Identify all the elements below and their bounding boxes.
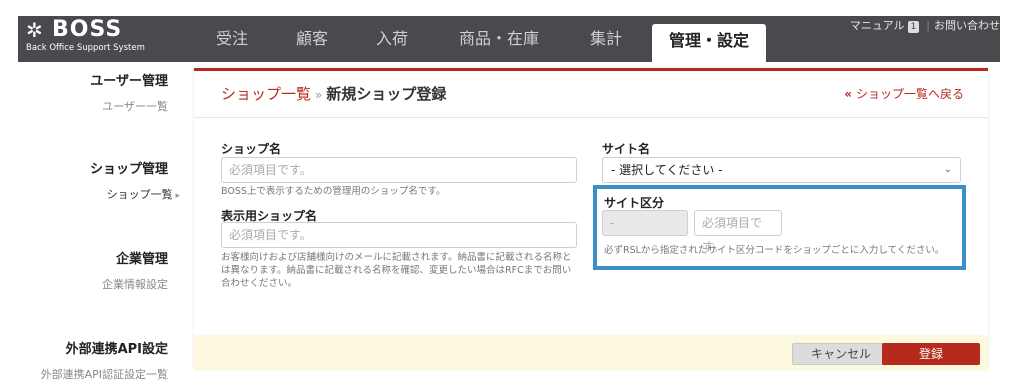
site-category-input[interactable]: 必須項目です。 [694, 210, 782, 254]
chevron-down-icon: ⌄ [943, 164, 952, 175]
site-name-select[interactable]: - 選択してください - ⌄ [602, 157, 961, 183]
cancel-button[interactable]: キャンセル [792, 343, 890, 365]
register-button[interactable]: 登録 [882, 343, 980, 365]
site-category-label: サイト区分 [604, 196, 665, 210]
site-name-selected-value: - 選択してください - [611, 163, 723, 177]
tab-admin-settings[interactable]: 管理・設定 [652, 24, 766, 62]
sidebar-heading-user-management: ユーザー管理 [90, 74, 168, 89]
tab-products-inventory[interactable]: 商品・在庫 [444, 16, 554, 62]
sidebar: ユーザー管理 ユーザー一覧 ショップ管理 ショップ一覧 企業管理 企業情報設定 … [18, 62, 180, 382]
contact-link[interactable]: お問い合わせ [934, 19, 1000, 32]
back-link-label: ショップ一覧へ戻る [855, 87, 964, 101]
back-to-shop-list-link[interactable]: «ショップ一覧へ戻る [844, 85, 964, 102]
sidebar-heading-external-api: 外部連携API設定 [65, 342, 168, 357]
site-name-label: サイト名 [602, 142, 651, 156]
tab-arrivals[interactable]: 入荷 [364, 16, 420, 62]
double-chevron-left-icon: « [844, 87, 852, 101]
brand-logo[interactable]: ✲ BOSS Back Office Support System [24, 18, 194, 58]
form-action-bar: キャンセル 登録 [194, 335, 988, 371]
display-shop-name-help: お客様向けおよび店舗様向けのメールに記載されます。納品書に記載される名称とは異な… [221, 252, 572, 289]
display-shop-name-input[interactable]: 必須項目です。 [221, 222, 577, 248]
shop-name-input[interactable]: 必須項目です。 [221, 157, 577, 183]
page-title: 新規ショップ登録 [326, 85, 447, 103]
shop-name-help: BOSS上で表示するための管理用のショップ名です。 [221, 186, 446, 197]
header-divider [194, 117, 988, 118]
brand-name: BOSS [52, 17, 123, 42]
sidebar-item-user-list[interactable]: ユーザー一覧 [102, 98, 168, 114]
brand-subtitle: Back Office Support System [26, 43, 145, 53]
utility-links: マニュアル 1 | お問い合わせ [850, 18, 1000, 34]
tab-orders[interactable]: 受注 [204, 16, 260, 62]
breadcrumb-link-shop-list[interactable]: ショップ一覧 [221, 85, 311, 103]
tab-reports[interactable]: 集計 [576, 16, 636, 62]
sidebar-item-shop-list[interactable]: ショップ一覧 [107, 186, 180, 202]
sidebar-item-company-info[interactable]: 企業情報設定 [102, 276, 168, 292]
breadcrumb-separator: » [315, 88, 323, 102]
breadcrumb: ショップ一覧 » 新規ショップ登録 [221, 83, 446, 104]
manual-link[interactable]: マニュアル [850, 19, 905, 32]
tab-customers[interactable]: 顧客 [284, 16, 340, 62]
sidebar-heading-company-management: 企業管理 [115, 252, 168, 267]
main-panel: ショップ一覧 » 新規ショップ登録 «ショップ一覧へ戻る ショップ名 必須項目です。… [194, 68, 988, 371]
sidebar-item-api-auth-list[interactable]: 外部連携API認証設定一覧 [41, 366, 168, 382]
sidebar-heading-shop-management: ショップ管理 [89, 162, 168, 177]
top-nav-bar: ✲ BOSS Back Office Support System 受注 顧客 … [18, 16, 1000, 62]
site-category-prefix-field: - [602, 210, 688, 236]
site-category-help: 必ずRSLから指定されたサイト区分コードをショップごとに入力してください。 [604, 245, 945, 256]
pinwheel-logo-icon: ✲ [26, 18, 43, 42]
shop-name-label: ショップ名 [221, 142, 282, 156]
utility-divider: | [926, 19, 930, 32]
manual-badge: 1 [907, 21, 920, 33]
